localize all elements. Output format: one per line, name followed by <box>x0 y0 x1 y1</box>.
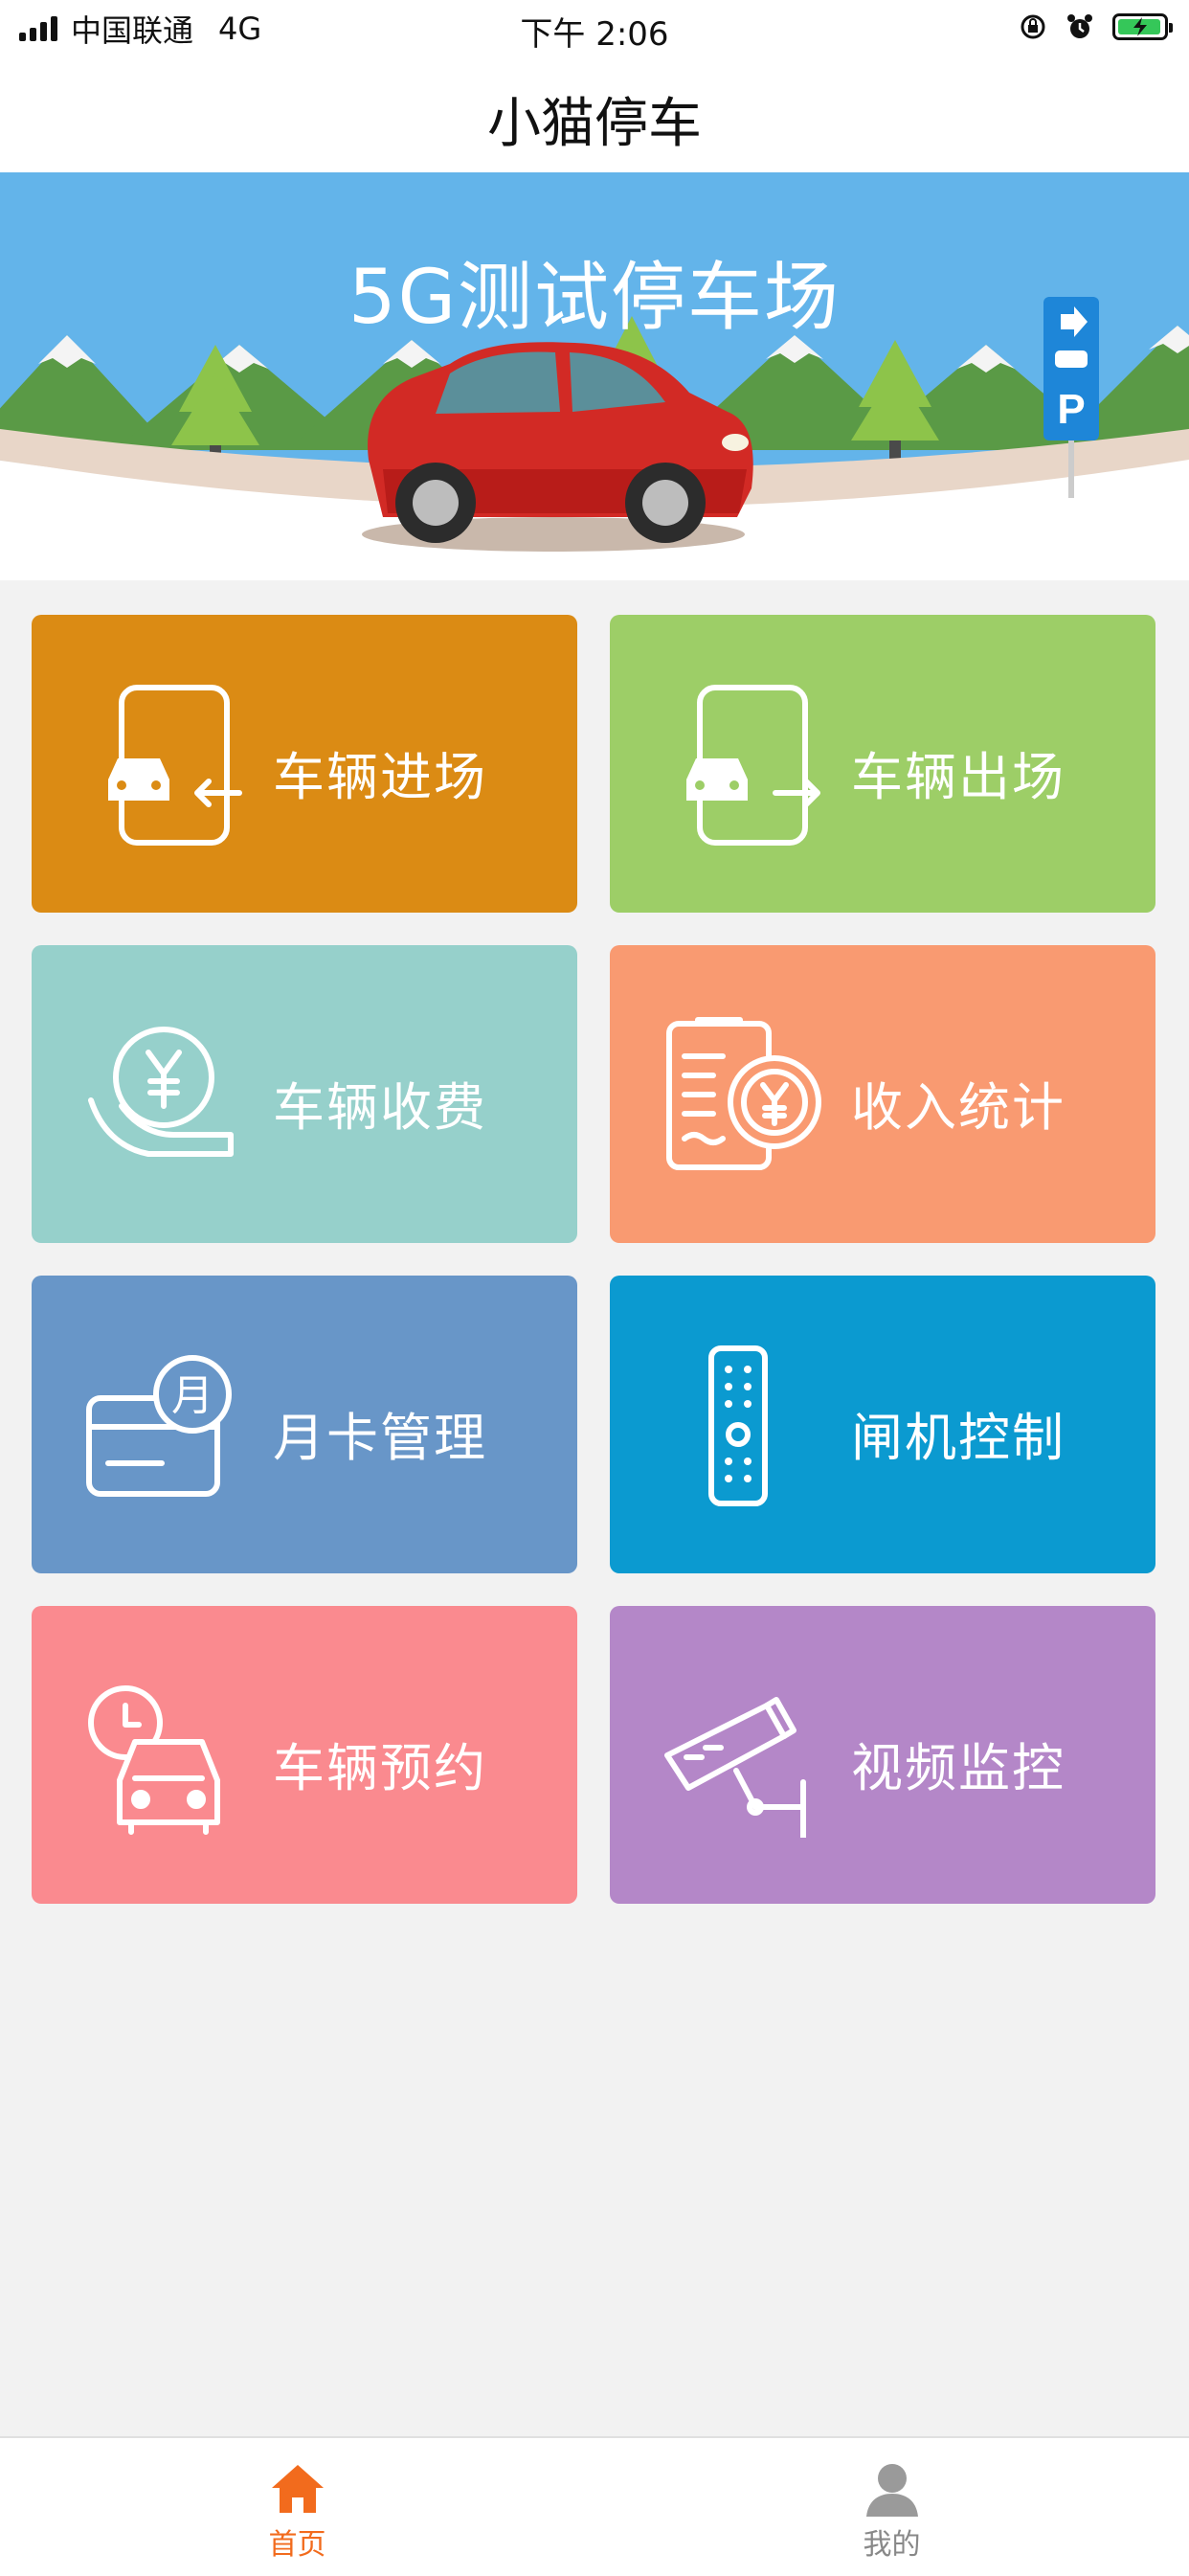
tile-label: 车辆收费 <box>273 1077 487 1138</box>
svg-text:月: 月 <box>171 1371 213 1420</box>
monthly-card-button[interactable]: 月 月卡管理 <box>32 1276 577 1573</box>
tile-label: 车辆预约 <box>273 1738 487 1798</box>
tab-home[interactable]: 首页 <box>0 2438 594 2576</box>
gate-control-button[interactable]: 闸机控制 <box>610 1276 1155 1573</box>
income-stats-button[interactable]: 收入统计 <box>610 945 1155 1243</box>
tile-label: 车辆进场 <box>273 747 487 807</box>
status-bar: 中国联通 4G 下午 2:06 <box>0 0 1189 59</box>
tab-home-label: 首页 <box>268 2528 326 2562</box>
car-exit-button[interactable]: 车辆出场 <box>610 615 1155 913</box>
remote-control-icon <box>708 1345 768 1506</box>
banner: P 5G测试停车场 <box>0 172 1189 580</box>
car-entry-button[interactable]: 车辆进场 <box>32 615 577 913</box>
tab-mine-label: 我的 <box>863 2528 921 2562</box>
car-reservation-button[interactable]: 车辆预约 <box>32 1606 577 1904</box>
tile-label: 车辆出场 <box>851 747 1066 807</box>
banner-title: 5G测试停车场 <box>348 255 841 341</box>
hand-coin-icon <box>88 1027 234 1157</box>
car-entry-icon <box>108 685 242 846</box>
cctv-camera-icon <box>664 1697 806 1838</box>
car-exit-icon <box>686 685 820 846</box>
banner-illustration: P <box>0 172 1189 580</box>
receipt-coin-icon <box>666 1017 821 1170</box>
car-clock-icon <box>88 1685 220 1835</box>
monthly-card-icon: 月 <box>86 1355 232 1497</box>
tab-bar: 首页 我的 <box>0 2436 1189 2576</box>
page-title: 小猫停车 <box>487 93 702 155</box>
car-fee-button[interactable]: 车辆收费 <box>32 945 577 1243</box>
person-icon <box>866 2464 918 2517</box>
svg-text:P: P <box>1057 386 1085 433</box>
alarm-icon <box>1067 14 1092 38</box>
navigation-bar: 小猫停车 <box>0 59 1189 173</box>
rotation-lock-icon <box>1021 14 1045 39</box>
home-icon <box>272 2465 324 2513</box>
video-monitor-button[interactable]: 视频监控 <box>610 1606 1155 1904</box>
tile-label: 月卡管理 <box>273 1408 487 1468</box>
tile-label: 收入统计 <box>851 1077 1066 1138</box>
tile-label: 视频监控 <box>851 1738 1066 1798</box>
battery-icon <box>1112 13 1173 40</box>
status-time: 下午 2:06 <box>520 15 669 54</box>
tile-label: 闸机控制 <box>851 1408 1066 1468</box>
tab-mine[interactable]: 我的 <box>594 2438 1189 2576</box>
